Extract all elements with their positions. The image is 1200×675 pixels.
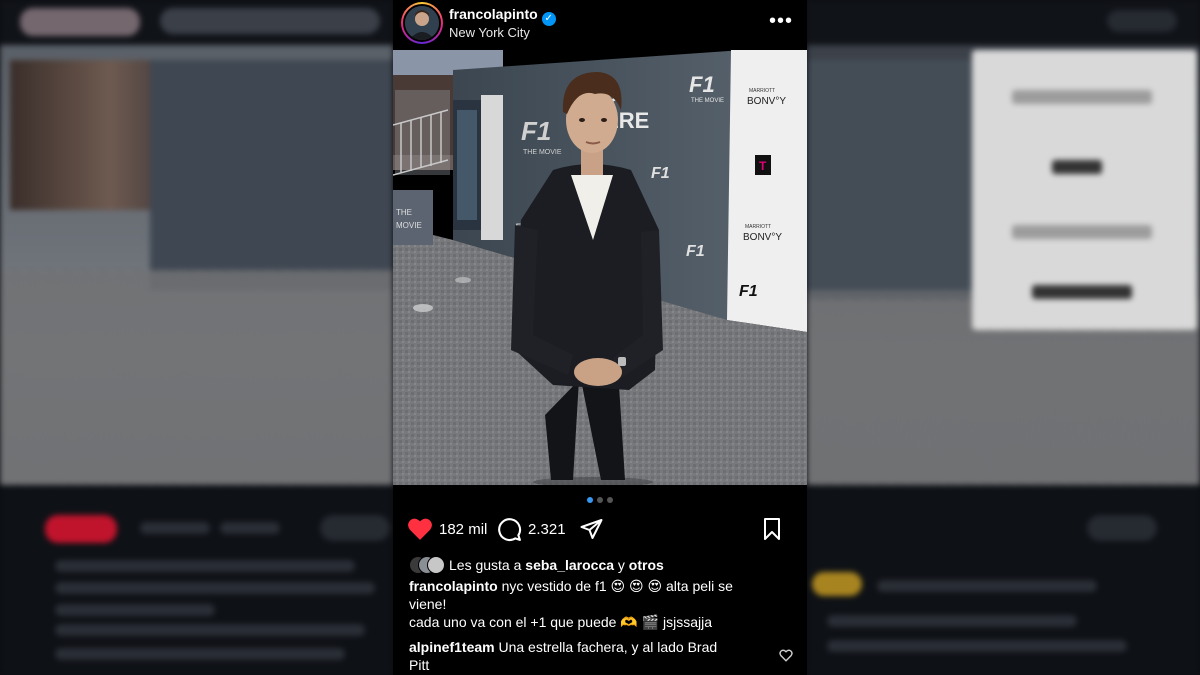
- post-caption: francolapinto nyc vestido de f1 😍 😍 😍 al…: [409, 577, 789, 613]
- post-location[interactable]: New York City: [449, 25, 530, 40]
- caption-line1-emojis: 😍 😍 😍: [610, 578, 663, 594]
- svg-text:THE MOVIE: THE MOVIE: [691, 98, 724, 104]
- comment-row: alpinef1team Una estrella fachera, y al …: [409, 638, 759, 674]
- svg-text:MARRIOTT: MARRIOTT: [745, 224, 771, 230]
- liked-by-connector: y: [617, 557, 625, 573]
- background-blur-left: [0, 0, 393, 675]
- comment-text-line2: Pitt: [409, 657, 430, 673]
- verified-icon: ✓: [541, 12, 556, 26]
- post-header: francolapinto ✓ New York City •••: [393, 0, 807, 50]
- heart-icon[interactable]: [407, 517, 433, 541]
- instagram-post: francolapinto ✓ New York City ••• IERE F…: [393, 0, 807, 675]
- liker-avatar: [427, 556, 445, 574]
- save-action[interactable]: [761, 516, 783, 542]
- liked-by-others[interactable]: otros: [629, 557, 664, 573]
- caption-line1-text: nyc vestido de f1: [501, 578, 607, 594]
- share-action[interactable]: [579, 516, 604, 542]
- bookmark-icon[interactable]: [761, 517, 783, 541]
- caption-line2: viene!: [409, 596, 447, 612]
- more-icon[interactable]: •••: [769, 10, 793, 33]
- liked-by-prefix: Les gusta a: [449, 557, 522, 573]
- post-caption-line3: cada uno va con el +1 que puede 🫶 🎬 jsjs…: [409, 613, 789, 631]
- caption-line3-text: cada uno va con el +1 que puede: [409, 614, 617, 630]
- profile-avatar[interactable]: [401, 2, 443, 44]
- carousel-indicator: [393, 497, 807, 503]
- carousel-dot-3: [607, 497, 613, 503]
- svg-text:MOVIE: MOVIE: [396, 221, 422, 230]
- comment-action[interactable]: 2.321: [497, 516, 566, 542]
- caption-username[interactable]: francolapinto: [409, 578, 498, 594]
- comments-count[interactable]: 2.321: [528, 521, 566, 538]
- post-photo[interactable]: D IERE F1 THE MOVIE F1 THE MOVIE F1 F1 F…: [393, 50, 807, 485]
- svg-text:F1: F1: [689, 72, 715, 97]
- post-username[interactable]: francolapinto ✓: [449, 6, 556, 26]
- svg-text:THE MOVIE: THE MOVIE: [523, 149, 562, 156]
- svg-text:F1: F1: [739, 283, 758, 300]
- svg-text:BONV°Y: BONV°Y: [743, 232, 782, 243]
- caption-line3-tail: jsjssajja: [663, 614, 713, 630]
- svg-text:T: T: [759, 159, 767, 173]
- background-blur-right: [807, 0, 1200, 675]
- svg-text:BONV°Y: BONV°Y: [747, 96, 786, 107]
- svg-text:THE: THE: [396, 208, 412, 217]
- share-icon[interactable]: [579, 517, 604, 541]
- comment-icon[interactable]: [497, 517, 522, 542]
- caption-line1-tail: alta peli se: [665, 578, 733, 594]
- svg-text:MARRIOTT: MARRIOTT: [749, 88, 775, 94]
- liked-by-user[interactable]: seba_larocca: [525, 557, 614, 573]
- carousel-dot-1: [587, 497, 593, 503]
- like-action[interactable]: 182 mil: [407, 516, 487, 542]
- username-text[interactable]: francolapinto: [449, 6, 538, 22]
- small-heart-icon[interactable]: [779, 649, 793, 662]
- liked-by-row[interactable]: Les gusta a seba_larocca y otros: [409, 556, 664, 574]
- carousel-dot-2: [597, 497, 603, 503]
- caption-line3-emojis: 🫶 🎬: [620, 614, 660, 630]
- comment-username[interactable]: alpinef1team: [409, 639, 495, 655]
- comment-text-line1: Una estrella fachera, y al lado Brad: [498, 639, 718, 655]
- svg-text:F1: F1: [686, 243, 705, 260]
- svg-text:F1: F1: [651, 165, 670, 182]
- likes-count[interactable]: 182 mil: [439, 521, 487, 538]
- svg-text:F1: F1: [521, 116, 551, 146]
- action-bar: 182 mil 2.321: [407, 516, 797, 544]
- liked-by-avatars: [409, 556, 445, 574]
